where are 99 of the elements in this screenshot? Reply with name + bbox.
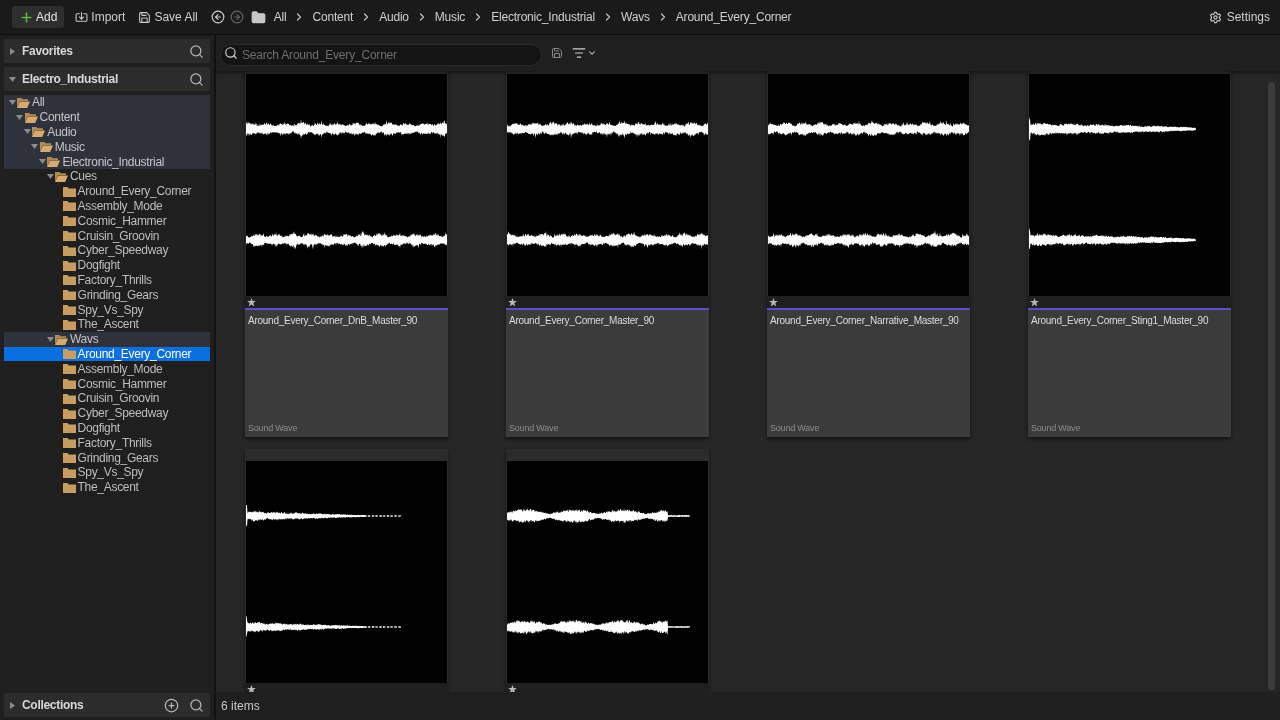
save-icon [138, 10, 152, 24]
folder-open-icon [17, 96, 30, 108]
folder-icon [62, 185, 76, 197]
tree-item[interactable]: Cues [4, 169, 210, 184]
star-icon [508, 684, 517, 692]
tree-item[interactable]: Cosmic_Hammer [4, 376, 210, 391]
tree-item[interactable]: Grinding_Gears [4, 287, 210, 303]
folder-open-icon [55, 333, 68, 345]
tree-item[interactable]: The_Ascent [4, 479, 210, 495]
search-icon [189, 71, 204, 87]
breadcrumb-link[interactable]: Content [310, 8, 356, 26]
folder-icon [62, 407, 76, 419]
breadcrumb-link[interactable]: Around_Every_Corner [673, 8, 794, 26]
section-toggle[interactable]: Electro_Industrial [9, 67, 118, 91]
folder-open-icon [39, 141, 53, 153]
folder-icon [62, 289, 76, 301]
folder-icon [62, 378, 76, 390]
tree-item[interactable]: All [4, 95, 210, 110]
asset-card[interactable]: Around_Every_Corner_Master_90 Sound Wave [506, 71, 709, 437]
asset-card[interactable]: Around_Every_Corner_Narrative_Master_90 Sound Wave [767, 71, 970, 437]
folder-icon [62, 200, 76, 212]
folder-icon [62, 304, 76, 316]
tree-item[interactable]: Electronic_Industrial [4, 154, 210, 169]
asset-type-label: Sound Wave [248, 423, 299, 434]
search-icon [189, 43, 204, 59]
asset-card[interactable]: Around_Every_Corner_DnB_Master_90 Sound Wave [245, 71, 448, 437]
tree-item[interactable]: Spy_Vs_Spy [4, 464, 210, 480]
chevron-down-icon [587, 48, 597, 58]
folder-icon [62, 422, 76, 434]
tree-item[interactable]: Cosmic_Hammer [4, 213, 210, 229]
folder-open-icon [55, 170, 68, 182]
settings-button[interactable]: Settings [1206, 8, 1272, 26]
asset-type-label: Sound Wave [1031, 423, 1082, 434]
star-icon [769, 297, 778, 307]
asset-card[interactable]: Around_Every_Corner_Sting1_Master_90 Sound Wave [1028, 71, 1231, 437]
folder-icon [250, 9, 266, 25]
tree-item[interactable]: Factory_Thrills [4, 435, 210, 451]
star-icon [508, 297, 517, 307]
search-field[interactable]: Search Around_Every_Corner [220, 44, 542, 66]
save-all-button[interactable]: Save All [136, 6, 200, 28]
settings-icon [1208, 10, 1222, 24]
tree-item[interactable]: Around_Every_Corner [4, 183, 210, 199]
folder-icon [62, 259, 76, 271]
folder-icon [62, 452, 76, 463]
asset-name: Around_Every_Corner_Narrative_Master_90 [770, 314, 960, 327]
asset-type-label: Sound Wave [770, 423, 821, 434]
search-icon [224, 46, 238, 60]
folder-icon [62, 244, 76, 256]
item-count: 6 items [221, 698, 260, 715]
breadcrumb-link[interactable]: Wavs [619, 8, 652, 26]
breadcrumb-link[interactable]: Electronic_Industrial [489, 8, 598, 26]
folder-icon [62, 230, 76, 242]
tree-item[interactable]: Assembly_Mode [4, 361, 210, 377]
tree-item[interactable]: Grinding_Gears [4, 450, 210, 465]
save-icon [551, 47, 563, 59]
folder-open-icon [32, 126, 46, 138]
folder-icon [62, 215, 76, 227]
tree-item[interactable]: Assembly_Mode [4, 198, 210, 214]
plus-circle-icon [164, 697, 179, 713]
tree-item[interactable]: Music [4, 139, 210, 155]
plus-icon [19, 9, 34, 25]
import-button[interactable]: Import [73, 6, 128, 28]
folder-icon [62, 466, 76, 478]
arrow-left-circle-icon [210, 10, 225, 24]
search-icon [189, 697, 204, 713]
filter-icon [572, 46, 586, 60]
breadcrumb-link[interactable]: Music [432, 8, 468, 26]
folder-icon [62, 274, 76, 286]
arrow-right-circle-icon [229, 10, 244, 24]
add-button[interactable]: Add [12, 6, 65, 28]
folder-open-icon [24, 111, 38, 123]
asset-type-label: Sound Wave [509, 423, 560, 434]
section-toggle[interactable]: Collections [9, 693, 84, 717]
asset-name: Around_Every_Corner_DnB_Master_90 [248, 314, 419, 327]
tree-item[interactable]: Dogfight [4, 257, 210, 273]
folder-icon [62, 481, 76, 493]
asset-name: Around_Every_Corner_Master_90 [509, 314, 656, 327]
tree-item[interactable]: Cyber_Speedway [4, 405, 210, 421]
tree-item[interactable]: Spy_Vs_Spy [4, 302, 210, 317]
asset-name: Around_Every_Corner_Sting1_Master_90 [1031, 314, 1210, 327]
save-search-button[interactable] [549, 45, 565, 61]
star-icon [247, 684, 256, 692]
star-icon [1030, 297, 1039, 307]
tree-item[interactable]: Cruisin_Groovin [4, 390, 210, 406]
section-toggle[interactable]: Favorites [9, 39, 73, 63]
folder-open-icon [47, 156, 61, 168]
breadcrumb-link[interactable]: All [271, 8, 289, 26]
tree-item[interactable]: Cyber_Speedway [4, 242, 210, 258]
tree-item[interactable]: The_Ascent [4, 316, 210, 332]
back-button[interactable] [209, 9, 226, 25]
breadcrumb-link[interactable]: Audio [377, 8, 411, 26]
tree-item[interactable]: Factory_Thrills [4, 272, 210, 288]
folder-icon [62, 437, 76, 449]
import-icon [75, 10, 89, 24]
tree-item[interactable]: Cruisin_Groovin [4, 228, 210, 243]
star-icon [247, 297, 256, 307]
tree-item[interactable]: Dogfight [4, 420, 210, 436]
tree-item[interactable]: Wavs [4, 331, 210, 347]
folder-icon [62, 392, 76, 404]
